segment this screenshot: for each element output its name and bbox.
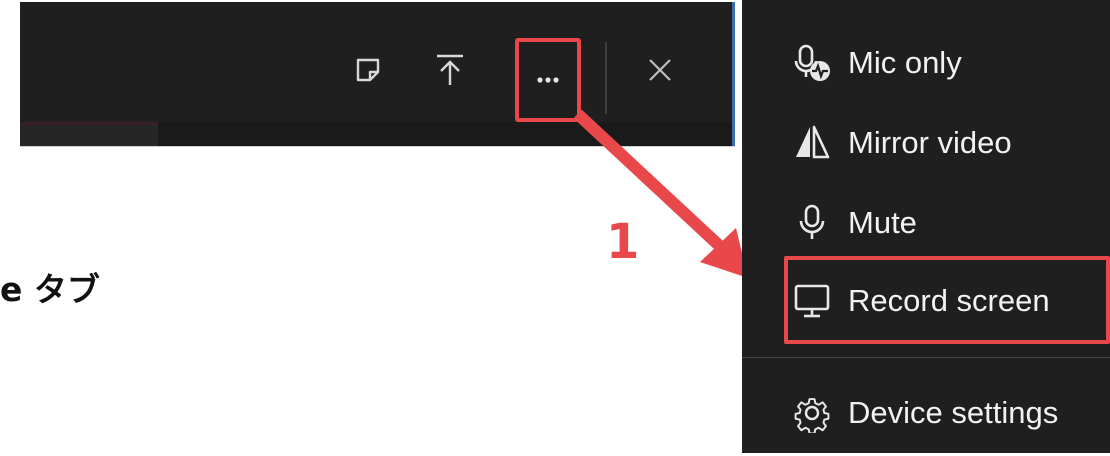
partial-heading: e タブ: [0, 270, 100, 309]
step-number: 1: [606, 214, 640, 270]
menu-item-mic-only[interactable]: Mic only: [742, 20, 1110, 106]
mic-icon: [792, 203, 832, 243]
menu-item-device-settings[interactable]: Device settings: [742, 370, 1110, 456]
menu-item-label: Mirror video: [848, 125, 1012, 160]
mirror-icon: [792, 123, 832, 163]
menu-item-label: Mic only: [848, 45, 962, 80]
record-screen-highlight: [784, 256, 1110, 344]
menu-item-label: Device settings: [848, 395, 1059, 430]
more-options-menu: Mic only Mirror video Mute Record screen…: [742, 0, 1110, 453]
gear-icon: [792, 393, 832, 433]
menu-item-mute[interactable]: Mute: [742, 180, 1110, 266]
menu-divider: [742, 357, 1110, 358]
menu-item-label: Mute: [848, 205, 917, 240]
menu-item-mirror-video[interactable]: Mirror video: [742, 100, 1110, 186]
mic-only-icon: [792, 43, 832, 83]
